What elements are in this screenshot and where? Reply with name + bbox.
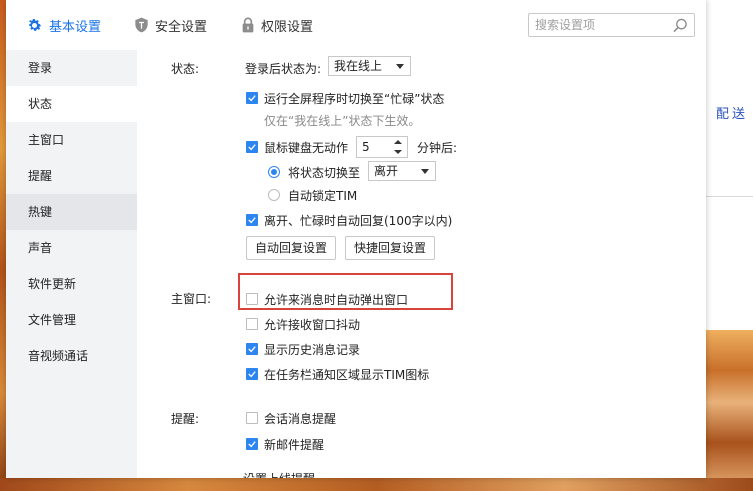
status-section-label: 状态: (171, 62, 200, 76)
window-shake-label: 允许接收窗口抖动 (264, 318, 361, 332)
idle-checkbox[interactable] (246, 141, 258, 153)
checkmark-icon (248, 144, 256, 151)
idle-minutes-stepper[interactable]: 5 (356, 136, 408, 158)
quick-reply-settings-button[interactable]: 快捷回复设置 (345, 236, 435, 260)
checkmark-icon (248, 95, 256, 102)
chevron-up-icon[interactable] (394, 140, 402, 144)
fullscreen-busy-checkbox[interactable] (246, 92, 258, 104)
auto-lock-radio[interactable] (268, 189, 280, 201)
background-text: 配送 (716, 107, 749, 122)
sidebar-item-reminder[interactable]: 提醒 (6, 158, 137, 194)
sidebar-item-sound[interactable]: 声音 (6, 230, 137, 266)
shield-icon (135, 17, 148, 33)
sidebar-item-main-window[interactable]: 主窗口 (6, 122, 137, 158)
settings-tab-bar: 基本设置 安全设置 权限设置 (6, 0, 706, 50)
away-status-value: 离开 (374, 164, 399, 178)
new-mail-reminder-checkbox[interactable] (246, 438, 258, 450)
settings-sidebar: 登录 状态 主窗口 提醒 热键 声音 软件更新 文件管理 音视频通话 (6, 50, 137, 478)
checkmark-icon (248, 346, 256, 353)
desktop-background-bottom (0, 478, 753, 491)
search-icon[interactable] (673, 18, 688, 33)
new-mail-reminder-label: 新邮件提醒 (264, 438, 325, 452)
checkmark-icon (248, 441, 256, 448)
tab-basic-settings-label: 基本设置 (49, 19, 102, 35)
sidebar-item-login[interactable]: 登录 (6, 50, 137, 86)
checkmark-icon (248, 217, 256, 224)
auto-reply-checkbox[interactable] (246, 214, 258, 226)
chevron-down-icon[interactable] (394, 150, 402, 154)
tab-permission-settings[interactable]: 权限设置 (241, 0, 313, 50)
away-status-select[interactable]: 离开 (368, 161, 436, 181)
online-reminder-link[interactable]: 设置上线提醒 (243, 470, 315, 478)
idle-minutes-value: 5 (362, 140, 370, 154)
settings-content: 状态: 登录后状态为: 我在线上 运行全屏程序时切换至“忙碌”状态 仅在“我在线… (137, 50, 706, 478)
show-history-label: 显示历史消息记录 (264, 343, 361, 357)
tab-basic-settings[interactable]: 基本设置 (26, 0, 101, 50)
tray-icon-checkbox[interactable] (246, 368, 258, 380)
background-window-right (706, 0, 753, 330)
search-input[interactable] (535, 17, 670, 33)
fullscreen-busy-hint: 仅在“我在线上”状态下生效。 (264, 114, 421, 128)
sidebar-item-av-call[interactable]: 音视频通话 (6, 338, 137, 374)
idle-suffix-label: 分钟后: (417, 141, 458, 155)
session-reminder-checkbox[interactable] (246, 412, 258, 424)
tab-security-settings[interactable]: 安全设置 (134, 0, 207, 50)
fullscreen-busy-label: 运行全屏程序时切换至“忙碌”状态 (264, 92, 445, 106)
tab-security-settings-label: 安全设置 (155, 19, 208, 35)
chevron-down-icon (396, 64, 404, 69)
session-reminder-label: 会话消息提醒 (264, 412, 337, 426)
checkmark-icon (248, 371, 256, 378)
sidebar-item-hotkeys[interactable]: 热键 (6, 194, 137, 230)
auto-lock-label: 自动锁定TIM (288, 189, 358, 203)
tray-icon-label: 在任务栏通知区域显示TIM图标 (264, 368, 430, 382)
login-status-select[interactable]: 我在线上 (328, 56, 411, 76)
sidebar-item-status[interactable]: 状态 (6, 86, 137, 122)
idle-label: 鼠标键盘无动作 (264, 141, 349, 155)
chevron-down-icon (421, 169, 429, 174)
login-status-value: 我在线上 (334, 59, 383, 73)
lock-icon (242, 17, 254, 33)
show-history-checkbox[interactable] (246, 343, 258, 355)
switch-status-radio[interactable] (268, 166, 280, 178)
tab-permission-settings-label: 权限设置 (261, 19, 314, 35)
main-window-section-label: 主窗口: (171, 292, 212, 306)
after-login-status-label: 登录后状态为: (245, 62, 322, 76)
window-shake-checkbox[interactable] (246, 318, 258, 330)
gear-icon (28, 18, 42, 31)
background-divider (706, 196, 753, 197)
reminder-section-label: 提醒: (171, 412, 200, 426)
settings-window: 基本设置 安全设置 权限设置 登录 状态 (6, 0, 706, 478)
search-box[interactable] (528, 13, 695, 37)
auto-popup-label: 允许来消息时自动弹出窗口 (264, 293, 409, 307)
switch-status-label: 将状态切换至 (288, 166, 361, 180)
auto-reply-settings-button[interactable]: 自动回复设置 (246, 236, 336, 260)
desktop-background-right (706, 330, 753, 491)
sidebar-item-software-update[interactable]: 软件更新 (6, 266, 137, 302)
auto-popup-checkbox[interactable] (246, 293, 258, 305)
sidebar-item-file-management[interactable]: 文件管理 (6, 302, 137, 338)
auto-reply-label: 离开、忙碌时自动回复(100字以内) (264, 214, 453, 228)
